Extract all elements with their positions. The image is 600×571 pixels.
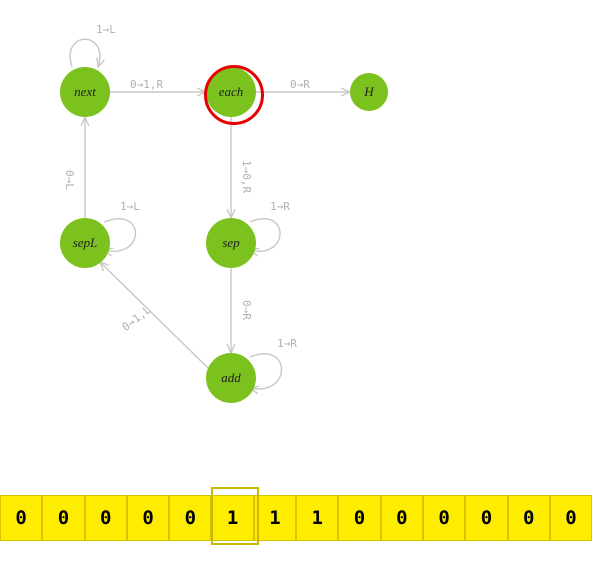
tape: 0 0 0 0 0 1 1 1 0 0 0 0 0 0 (0, 495, 592, 541)
tape-cell[interactable]: 1 (211, 495, 253, 541)
tape-cell[interactable]: 0 (465, 495, 507, 541)
edge-label-each-sep: 1→0,R (240, 160, 253, 193)
state-label: sepL (73, 235, 98, 251)
edge-label-sepL-next: 0→L (63, 170, 76, 190)
tape-cell[interactable]: 0 (0, 495, 42, 541)
state-sep[interactable]: sep (206, 218, 256, 268)
state-next[interactable]: next (60, 67, 110, 117)
edge-label-each-H: 0→R (290, 78, 310, 91)
tape-cell[interactable]: 0 (381, 495, 423, 541)
edge-label-sep-add: 0→R (240, 300, 253, 320)
state-halt[interactable]: H (350, 73, 388, 111)
edge-label-add-self: 1→R (277, 337, 297, 350)
state-label: H (364, 84, 373, 100)
tape-cell[interactable]: 0 (423, 495, 465, 541)
tape-cell[interactable]: 0 (85, 495, 127, 541)
turing-machine-diagram: next each H sepL sep add 1→L 0→1,R 0→R 1… (0, 0, 600, 571)
state-sepL[interactable]: sepL (60, 218, 110, 268)
tape-cell[interactable]: 0 (127, 495, 169, 541)
tape-cell[interactable]: 0 (42, 495, 84, 541)
state-add[interactable]: add (206, 353, 256, 403)
state-label: add (221, 370, 241, 386)
edge-label-sep-self: 1→R (270, 200, 290, 213)
tape-cell[interactable]: 0 (550, 495, 592, 541)
edge-label-sepL-self: 1→L (120, 200, 140, 213)
state-label: each (219, 84, 244, 100)
tape-cell[interactable]: 1 (296, 495, 338, 541)
state-label: next (74, 84, 96, 100)
tape-cell[interactable]: 0 (508, 495, 550, 541)
tape-cell[interactable]: 1 (254, 495, 296, 541)
edge-label-next-each: 0→1,R (130, 78, 163, 91)
tape-cell[interactable]: 0 (169, 495, 211, 541)
state-each[interactable]: each (206, 67, 256, 117)
edge-label-next-self: 1→L (96, 23, 116, 36)
state-label: sep (222, 235, 239, 251)
edge-label-add-sepL: 0→1,L (120, 303, 154, 334)
tape-cell[interactable]: 0 (338, 495, 380, 541)
